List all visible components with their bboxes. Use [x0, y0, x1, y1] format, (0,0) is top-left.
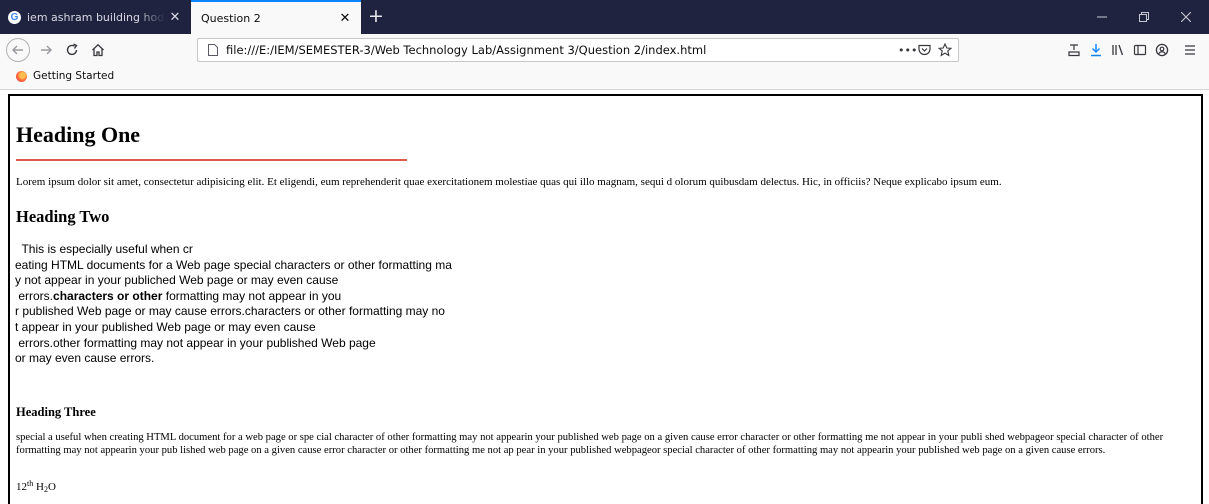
home-button[interactable]: [86, 38, 110, 62]
pocket-button[interactable]: [918, 39, 931, 61]
library-button[interactable]: [1106, 38, 1130, 62]
tab-close-icon[interactable]: ✕: [335, 11, 355, 26]
pre-line: errors.other formatting may not appear i…: [15, 335, 376, 350]
page-actions-icon: •••: [898, 43, 918, 57]
sup-sub-line: 12th H2O: [16, 479, 56, 494]
paragraph-three: special a useful when creating HTML docu…: [16, 432, 1164, 456]
tab-close-icon[interactable]: ✕: [165, 10, 185, 25]
firefox-icon: [16, 70, 27, 82]
account-button[interactable]: [1150, 38, 1174, 62]
pre-line: or may even cause errors.: [15, 351, 155, 366]
close-window-button[interactable]: [1165, 0, 1207, 34]
paragraph-one: Lorem ipsum dolor sit amet, consectetur …: [16, 176, 1002, 188]
home-icon: [92, 43, 104, 57]
sidebar-icon: [1133, 44, 1147, 56]
account-icon: [1155, 43, 1169, 57]
new-tab-button[interactable]: +: [364, 4, 388, 28]
reload-icon: [66, 43, 78, 56]
hamburger-menu-icon: [1185, 45, 1195, 55]
screenshot-icon: [1068, 44, 1080, 57]
chem-h: H: [35, 481, 44, 493]
bookmark-getting-started[interactable]: Getting Started: [16, 70, 114, 82]
pre-bold-text: characters or other: [53, 288, 163, 303]
minimize-icon: [1097, 16, 1107, 18]
minimize-button[interactable]: [1081, 0, 1123, 34]
bookmark-label: Getting Started: [33, 70, 115, 82]
superscript-text: th: [27, 479, 34, 488]
downloads-button[interactable]: [1084, 38, 1108, 62]
back-arrow-icon: [12, 45, 23, 55]
star-icon: [938, 43, 952, 57]
heading-three: Heading Three: [16, 405, 96, 419]
bookmarks-toolbar: Getting Started: [0, 66, 1209, 90]
chem-o: O: [47, 481, 56, 493]
tab-question-2[interactable]: Question 2 ✕: [191, 0, 361, 34]
sidebar-button[interactable]: [1128, 38, 1152, 62]
screenshot-button[interactable]: [1062, 38, 1086, 62]
library-icon: [1112, 44, 1124, 56]
pocket-icon: [918, 44, 931, 56]
number-text: 12: [16, 481, 27, 493]
pre-line: t appear in your published Web page or m…: [15, 319, 316, 334]
tab-title: Question 2: [201, 11, 261, 25]
page-icon: [208, 44, 218, 56]
pre-line: r published Web page or may cause errors…: [15, 304, 445, 319]
download-icon: [1091, 44, 1101, 57]
tab-strip: G iem ashram building hod - Goo ✕ Questi…: [0, 0, 1209, 34]
google-favicon-icon: G: [8, 10, 21, 24]
url-text: file:///E:/IEM/SEMESTER-3/Web Technology…: [226, 43, 707, 57]
preformatted-text: This is especially useful when cr eating…: [15, 242, 452, 367]
restore-button[interactable]: [1123, 0, 1165, 34]
reload-button[interactable]: [60, 38, 84, 62]
heading-one: Heading One: [16, 122, 141, 147]
close-icon: [1181, 12, 1191, 22]
forward-button[interactable]: [34, 38, 58, 62]
page-actions-button[interactable]: •••: [898, 39, 917, 61]
pre-line: eating HTML documents for a Web page spe…: [15, 257, 452, 272]
tab-google-search[interactable]: G iem ashram building hod - Goo ✕: [0, 0, 191, 34]
forward-arrow-icon: [41, 45, 52, 55]
heading-two: Heading Two: [16, 207, 110, 226]
url-bar[interactable]: file:///E:/IEM/SEMESTER-3/Web Technology…: [197, 38, 959, 62]
heading-underline: [16, 159, 407, 161]
back-button[interactable]: [6, 38, 30, 62]
pre-line: errors.: [15, 288, 54, 303]
restore-icon: [1139, 12, 1149, 22]
tab-title: iem ashram building hod - Goo: [27, 10, 165, 24]
navigation-toolbar: file:///E:/IEM/SEMESTER-3/Web Technology…: [0, 34, 1209, 66]
pre-line: formatting may not appear in you: [162, 288, 342, 303]
page-viewport: Heading One Lorem ipsum dolor sit amet, …: [8, 94, 1203, 504]
bookmark-star-button[interactable]: [938, 39, 952, 61]
menu-button[interactable]: [1178, 38, 1202, 62]
pre-line: This is especially useful when cr: [15, 242, 193, 256]
pre-line: y not appear in your publiched Web page …: [15, 273, 339, 288]
